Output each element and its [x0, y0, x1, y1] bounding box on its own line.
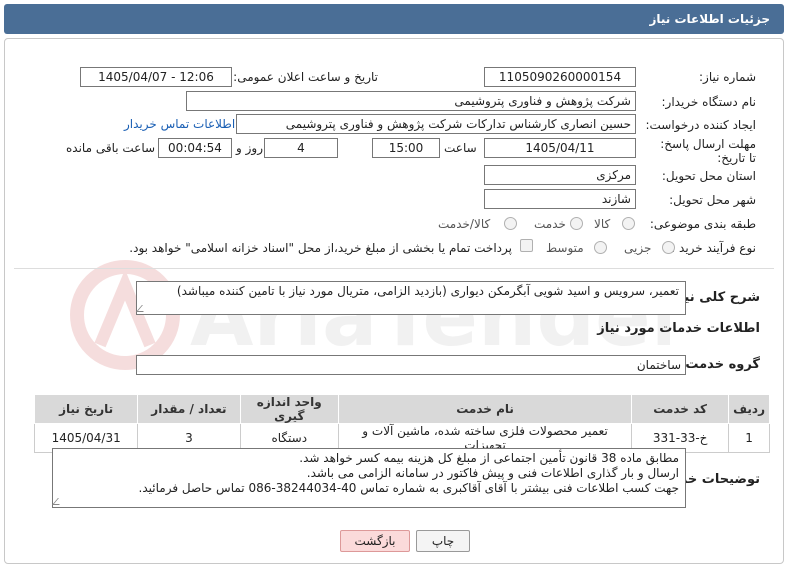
announce-date-field[interactable]: 1405/04/07 - 12:06 [80, 67, 232, 87]
resize-grip-icon[interactable] [136, 305, 149, 312]
services-section-title: اطلاعات خدمات مورد نیاز [597, 321, 760, 336]
need-number-label: شماره نیاز: [699, 70, 756, 84]
creator-field[interactable]: حسین انصاری کارشناس تدارکات شرکت پژوهش و… [236, 114, 636, 134]
col-unit-header: واحد اندازه گیری [239, 394, 339, 424]
remaining-time-label: ساعت باقی مانده [66, 141, 156, 155]
services-table: ردیف کد خدمت نام خدمت واحد اندازه گیری ت… [33, 394, 770, 453]
col-qty-header: تعداد / مقدار [137, 394, 241, 424]
category-label: طبقه بندی موضوعی: [649, 217, 756, 231]
category-service-option: خدمت [534, 217, 566, 231]
page-title: جزئیات اطلاعات نیاز [649, 12, 770, 26]
deadline-time-field[interactable]: 15:00 [372, 138, 440, 158]
cell-row-number: 1 [728, 423, 770, 453]
page-header: جزئیات اطلاعات نیاز [4, 4, 784, 34]
category-goods-service-radio[interactable] [504, 217, 517, 230]
description-textarea[interactable]: تعمیر، سرویس و اسید شویی آبگرمکن دیواری … [136, 281, 686, 315]
announce-date-label: تاریخ و ساعت اعلان عمومی: [233, 70, 378, 84]
buyer-notes-line-3: جهت کسب اطلاعات فنی بیشتر با آقای آقاکبر… [138, 481, 679, 495]
buyer-contact-link[interactable]: اطلاعات تماس خریدار [124, 117, 235, 131]
table-header-row: ردیف کد خدمت نام خدمت واحد اندازه گیری ت… [33, 394, 770, 424]
service-group-field[interactable]: ساختمان [136, 355, 686, 375]
treasury-bonds-checkbox[interactable] [520, 239, 533, 252]
deadline-time-label: ساعت [444, 141, 477, 155]
province-label: استان محل تحویل: [661, 169, 756, 183]
buyer-org-label: نام دستگاه خریدار: [661, 95, 757, 109]
category-service-radio[interactable] [570, 217, 583, 230]
purchase-partial-option: جزیی [624, 241, 652, 255]
city-label: شهر محل تحویل: [669, 193, 756, 207]
province-field[interactable]: مرکزی [484, 165, 636, 185]
col-name-header: نام خدمت [337, 394, 633, 424]
category-goods-option: کالا [594, 217, 611, 231]
description-text: تعمیر، سرویس و اسید شویی آبگرمکن دیواری … [176, 284, 679, 298]
need-number-field[interactable]: 1105090260000154 [484, 67, 636, 87]
days-remaining-field[interactable]: 4 [264, 138, 338, 158]
buyer-org-field[interactable]: شرکت پژوهش و فناوری پتروشیمی [186, 91, 636, 111]
col-row-header: ردیف [728, 394, 770, 424]
treasury-bonds-note: پرداخت تمام یا بخشی از مبلغ خرید،از محل … [129, 241, 512, 255]
buyer-notes-line-2: ارسال و بار گذاری اطلاعات فنی و پیش فاکت… [306, 466, 679, 480]
remaining-time-field[interactable]: 00:04:54 [158, 138, 232, 158]
deadline-date-field[interactable]: 1405/04/11 [484, 138, 636, 158]
purchase-type-label: نوع فرآیند خرید : [671, 241, 756, 255]
buyer-notes-line-1: مطابق ماده 38 قانون تأمین اجتماعی از مبل… [299, 451, 679, 465]
purchase-medium-radio[interactable] [594, 241, 607, 254]
deadline-label: مهلت ارسال پاسخ: تا تاریخ: [660, 137, 756, 165]
days-label: روز و [236, 141, 263, 155]
purchase-partial-radio[interactable] [662, 241, 675, 254]
purchase-medium-option: متوسط [546, 241, 584, 255]
creator-label: ایجاد کننده درخواست: [645, 118, 756, 132]
back-button[interactable]: بازگشت [340, 530, 410, 552]
section-divider [14, 268, 774, 269]
col-code-header: کد خدمت [631, 394, 730, 424]
col-date-header: تاریخ نیاز [33, 394, 139, 424]
service-group-label: گروه خدمت: [680, 357, 760, 372]
category-goods-radio[interactable] [622, 217, 635, 230]
city-field[interactable]: شازند [484, 189, 636, 209]
resize-grip-icon[interactable] [52, 498, 65, 505]
buyer-notes-textarea[interactable]: مطابق ماده 38 قانون تأمین اجتماعی از مبل… [52, 448, 686, 508]
category-goods-service-option: کالا/خدمت [438, 217, 491, 231]
print-button[interactable]: چاپ [416, 530, 470, 552]
